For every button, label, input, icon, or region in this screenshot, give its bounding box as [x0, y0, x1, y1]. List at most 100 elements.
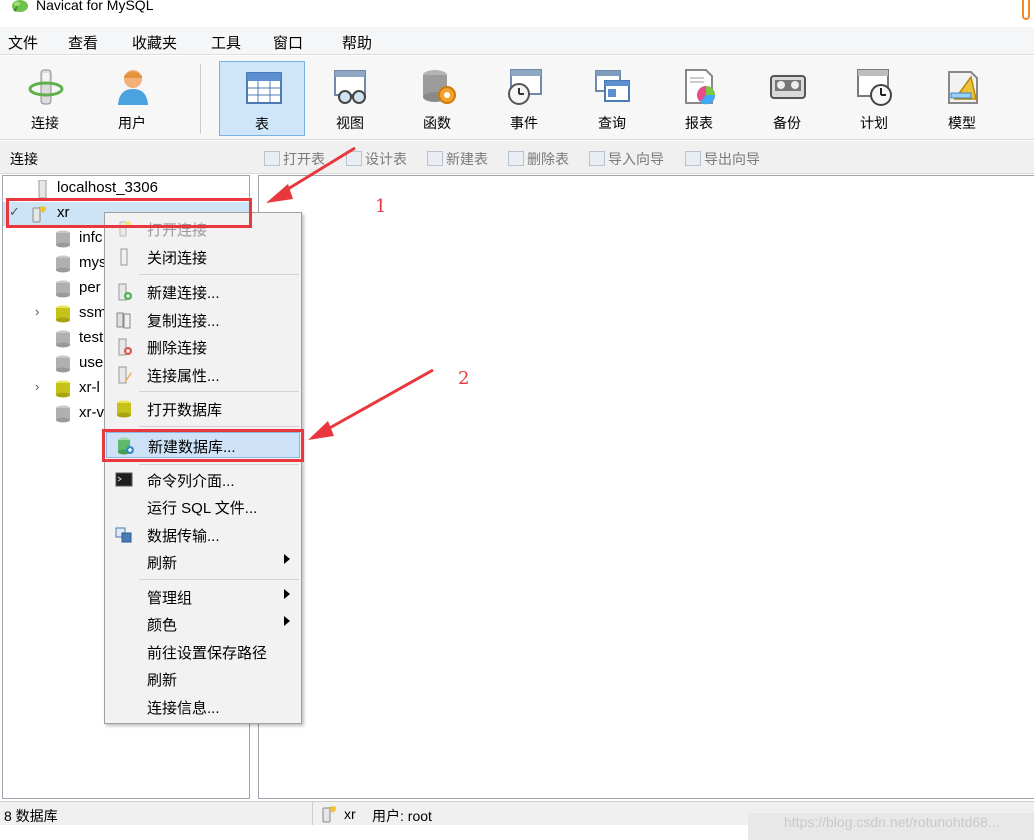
- open-table-icon: [264, 151, 280, 166]
- import-wizard-icon: [589, 151, 605, 166]
- tree-item-label: localhost_3306: [57, 179, 158, 196]
- menu-view[interactable]: 查看: [68, 32, 98, 53]
- toolbar-backup-button[interactable]: 备份: [744, 61, 830, 136]
- menu-copy-connection[interactable]: 复制连接...: [106, 307, 300, 333]
- toolbar-schedule-button[interactable]: 计划: [831, 61, 917, 136]
- annotation-step-2: 2: [458, 368, 470, 389]
- design-table-button[interactable]: 设计表: [346, 149, 407, 169]
- status-divider: [312, 802, 313, 826]
- database-icon: [56, 230, 70, 248]
- menu-close-connection[interactable]: 关闭连接: [106, 244, 300, 270]
- toolbar-model-button[interactable]: 模型: [919, 61, 1005, 136]
- open-database-icon: [117, 400, 131, 418]
- menu-tools[interactable]: 工具: [211, 32, 241, 53]
- database-icon: [56, 280, 70, 298]
- new-connection-icon: [118, 283, 132, 301]
- toolbar-table-button[interactable]: 表: [219, 61, 305, 136]
- menu-data-transfer[interactable]: 数据传输...: [106, 522, 300, 548]
- toolbar-query-label: 查询: [598, 115, 626, 131]
- query-windows-icon: [595, 70, 630, 102]
- new-table-label: 新建表: [446, 151, 488, 167]
- database-open-icon: [56, 305, 70, 323]
- status-user: 用户: root: [372, 808, 432, 824]
- menu-item-label: 连接信息...: [147, 700, 220, 717]
- connection-context-menu: 打开连接 关闭连接 新建连接... 复制连接... 删除连接 连接属性... 打…: [104, 212, 302, 724]
- tree-item-label: xr-v: [79, 404, 104, 421]
- menu-item-label: 数据传输...: [147, 528, 220, 545]
- model-ruler-icon: [948, 71, 978, 104]
- menu-manage-group[interactable]: 管理组: [106, 584, 300, 610]
- menu-item-label: 新建连接...: [147, 285, 220, 302]
- menu-window[interactable]: 窗口: [273, 32, 303, 53]
- menu-open-database[interactable]: 打开数据库: [106, 396, 300, 422]
- chevron-right-icon[interactable]: ›: [35, 304, 39, 319]
- menu-item-label: 关闭连接: [147, 250, 208, 267]
- open-table-button[interactable]: 打开表: [264, 149, 325, 169]
- toolbar-separator: [200, 64, 201, 134]
- toolbar-user-label: 用户: [118, 115, 146, 131]
- design-table-label: 设计表: [365, 151, 407, 167]
- watermark-text: https://blog.csdn.net/rotunohtd68...: [784, 814, 1000, 830]
- schedule-calendar-clock-icon: [857, 69, 892, 106]
- import-wizard-button[interactable]: 导入向导: [589, 149, 664, 169]
- toolbar-view-button[interactable]: 视图: [307, 61, 393, 136]
- menu-new-connection[interactable]: 新建连接...: [106, 279, 300, 305]
- menu-item-label: 刷新: [147, 555, 178, 572]
- toolbar-table-label: 表: [255, 116, 269, 132]
- menu-item-label: 连接属性...: [147, 368, 220, 385]
- menu-go-to-save-path[interactable]: 前往设置保存路径: [106, 639, 300, 665]
- open-table-label: 打开表: [283, 151, 325, 167]
- navicat-logo-icon: [12, 0, 28, 12]
- menu-delete-connection[interactable]: 删除连接: [106, 334, 300, 360]
- menu-refresh-submenu[interactable]: 刷新: [106, 549, 300, 575]
- connection-icon: [38, 180, 47, 198]
- menu-connection-info[interactable]: 连接信息...: [106, 694, 300, 720]
- toolbar-function-button[interactable]: 函数: [394, 61, 480, 136]
- menu-item-label: 打开数据库: [147, 402, 223, 419]
- table-icon: [246, 72, 282, 104]
- menu-item-label: 复制连接...: [147, 313, 220, 330]
- menu-item-label: 管理组: [147, 590, 193, 607]
- connection-plug-icon: [28, 69, 64, 105]
- submenu-arrow-icon: [284, 554, 290, 564]
- toolbar-view-label: 视图: [336, 115, 364, 131]
- connection-open-icon: [322, 806, 336, 823]
- menu-separator: [139, 464, 299, 465]
- menu-help[interactable]: 帮助: [342, 32, 372, 53]
- object-list-area[interactable]: [258, 175, 1034, 799]
- menu-favorites[interactable]: 收藏夹: [132, 32, 177, 53]
- toolbar-event-button[interactable]: 事件: [481, 61, 567, 136]
- export-wizard-button[interactable]: 导出向导: [685, 149, 760, 169]
- menu-separator: [139, 426, 299, 427]
- toolbar-user-button[interactable]: 用户: [89, 61, 175, 136]
- export-wizard-label: 导出向导: [704, 151, 760, 167]
- annotation-box-new-database: [102, 429, 304, 462]
- chevron-right-icon[interactable]: ›: [35, 379, 39, 394]
- tree-item-label: mys: [79, 254, 107, 271]
- toolbar-report-label: 报表: [685, 115, 713, 131]
- toolbar-query-button[interactable]: 查询: [569, 61, 655, 136]
- menu-run-sql-file[interactable]: 运行 SQL 文件...: [106, 494, 300, 520]
- menu-item-label: 颜色: [147, 617, 178, 634]
- menu-item-label: 运行 SQL 文件...: [147, 500, 258, 517]
- view-glasses-icon: [334, 70, 366, 104]
- menu-connection-properties[interactable]: 连接属性...: [106, 362, 300, 388]
- annotation-box-xr: [6, 198, 252, 228]
- database-icon: [56, 330, 70, 348]
- tree-item-label: use: [79, 354, 104, 371]
- navicat-window: Navicat for MySQL 文件 查看 收藏夹 工具 窗口 帮助 连接 …: [0, 0, 1034, 840]
- menu-command-line[interactable]: 命令列介面...: [106, 467, 300, 493]
- menu-refresh[interactable]: 刷新: [106, 666, 300, 692]
- menu-item-label: 命令列介面...: [147, 473, 235, 490]
- tree-item-label: test: [79, 329, 104, 346]
- menu-color[interactable]: 颜色: [106, 611, 300, 637]
- delete-table-button[interactable]: 删除表: [508, 149, 569, 169]
- database-icon: [56, 405, 70, 423]
- toolbar-report-button[interactable]: 报表: [656, 61, 742, 136]
- menu-file[interactable]: 文件: [8, 32, 38, 53]
- window-title: Navicat for MySQL: [36, 0, 154, 13]
- toolbar-connection-label: 连接: [31, 115, 59, 131]
- new-table-button[interactable]: 新建表: [427, 149, 488, 169]
- menu-separator: [139, 579, 299, 580]
- toolbar-connection-button[interactable]: 连接: [2, 61, 88, 136]
